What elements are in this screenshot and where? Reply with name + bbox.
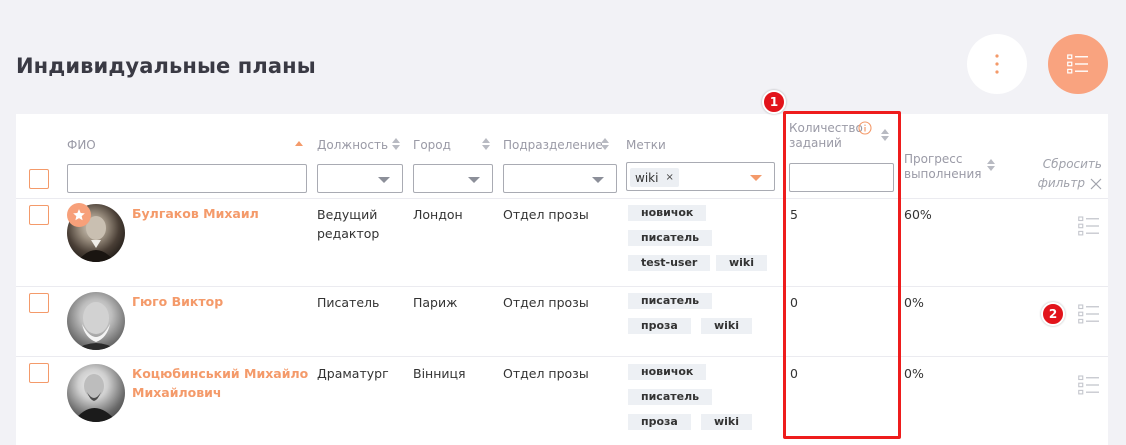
column-header-tags: Метки	[626, 138, 666, 152]
reset-filter-label: фильтр	[1037, 176, 1085, 190]
sort-icon[interactable]	[987, 159, 995, 171]
selected-tag-chip: wiki ×	[630, 168, 679, 187]
tasks-column-highlight	[783, 111, 901, 439]
tag[interactable]: новичок	[628, 364, 707, 380]
row-checkbox[interactable]	[29, 363, 49, 383]
row-list-icon[interactable]	[1078, 375, 1100, 395]
column-header-progress-line2: выполнения	[904, 167, 982, 181]
chevron-down-icon	[750, 175, 762, 181]
reset-filter-button[interactable]: Сбросить фильтр	[1038, 155, 1102, 193]
list-icon	[1067, 54, 1088, 74]
sort-icon[interactable]	[482, 138, 490, 150]
chevron-down-icon	[468, 177, 480, 183]
more-vertical-icon	[995, 54, 999, 74]
tag[interactable]: test-user	[628, 255, 711, 271]
department-cell: Отдел прозы	[503, 366, 589, 381]
column-header-department[interactable]: Подразделение	[503, 138, 603, 153]
progress-cell: 0%	[904, 295, 924, 310]
progress-cell: 0%	[904, 366, 924, 381]
row-divider	[16, 286, 1108, 287]
plans-table: ФИО Должность Город Подразделение Метки …	[16, 114, 1108, 445]
chevron-down-icon	[592, 177, 604, 183]
row-list-icon[interactable]	[1078, 216, 1100, 236]
tag[interactable]: wiki	[701, 414, 753, 430]
row-checkbox[interactable]	[29, 293, 49, 313]
position-cell: Писатель	[317, 295, 380, 310]
annotation-marker-1: 1	[762, 90, 786, 114]
list-view-button[interactable]	[1048, 34, 1108, 94]
reset-filter-line2: фильтр	[1038, 174, 1102, 193]
page-title: Индивидуальные планы	[16, 54, 316, 78]
row-divider	[16, 356, 1108, 357]
position-cell: Ведущий редактор	[317, 205, 379, 243]
city-cell: Париж	[413, 295, 458, 310]
column-header-progress-line1: Прогресс	[904, 152, 963, 166]
row-list-icon[interactable]	[1078, 304, 1100, 324]
city-cell: Лондон	[413, 207, 463, 222]
selected-tag-label: wiki	[635, 170, 659, 185]
tag[interactable]: проза	[628, 414, 691, 430]
department-cell: Отдел прозы	[503, 207, 589, 222]
column-header-position[interactable]: Должность	[317, 138, 388, 153]
tag[interactable]: писатель	[628, 230, 713, 246]
employee-name-link[interactable]: Гюго Виктор	[132, 292, 223, 311]
department-cell: Отдел прозы	[503, 295, 589, 310]
more-actions-button[interactable]	[967, 34, 1027, 94]
sort-asc-icon[interactable]	[295, 141, 303, 146]
employee-name-link[interactable]: Булгаков Михаил	[132, 204, 259, 223]
select-all-checkbox[interactable]	[29, 169, 49, 189]
chevron-down-icon	[378, 177, 390, 183]
employee-name-line2: Михайлович	[132, 385, 222, 400]
row-divider	[16, 198, 1108, 199]
position-line1: Ведущий	[317, 207, 378, 222]
avatar[interactable]	[67, 364, 125, 422]
column-header-progress[interactable]: Прогресс выполнения	[904, 152, 982, 182]
tag[interactable]: писатель	[628, 389, 713, 405]
column-header-city[interactable]: Город	[413, 138, 451, 153]
tag[interactable]: новичок	[628, 205, 707, 221]
tag[interactable]: писатель	[628, 293, 713, 309]
star-badge-icon	[67, 203, 91, 227]
annotation-marker-2: 2	[1041, 302, 1065, 326]
tag[interactable]: wiki	[701, 318, 753, 334]
column-header-fio[interactable]: ФИО	[67, 138, 96, 153]
employee-name-line1: Коцюбинський Михайло	[132, 366, 309, 381]
position-filter-select[interactable]	[317, 164, 403, 193]
position-line2: редактор	[317, 226, 380, 241]
reset-filter-line1: Сбросить	[1042, 157, 1102, 171]
sort-icon[interactable]	[601, 138, 609, 150]
department-filter-select[interactable]	[503, 164, 617, 193]
tags-filter-select[interactable]: wiki ×	[626, 162, 775, 191]
tag[interactable]: проза	[628, 318, 691, 334]
remove-tag-icon[interactable]: ×	[665, 172, 673, 183]
position-cell: Драматург	[317, 366, 389, 381]
employee-name-link[interactable]: Коцюбинський Михайло Михайлович	[132, 364, 308, 402]
row-checkbox[interactable]	[29, 205, 49, 225]
tag[interactable]: wiki	[716, 255, 768, 271]
avatar[interactable]	[67, 292, 125, 350]
close-icon	[1090, 178, 1102, 189]
progress-cell: 60%	[904, 207, 932, 222]
city-filter-select[interactable]	[413, 164, 493, 193]
sort-icon[interactable]	[392, 138, 400, 150]
city-cell: Вінниця	[413, 366, 466, 381]
fio-filter-input[interactable]	[67, 164, 307, 193]
